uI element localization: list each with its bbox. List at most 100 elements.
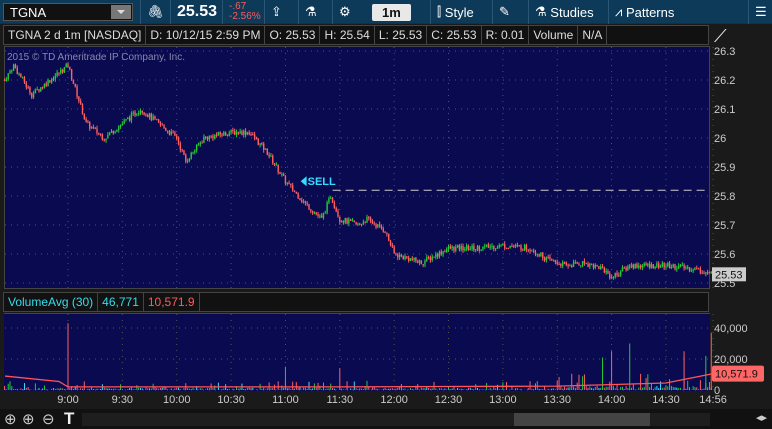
volume-bar [129, 388, 131, 390]
text-icon[interactable]: T [64, 409, 74, 429]
volume-tick-label: 40,000 [714, 323, 748, 335]
volume-bar [353, 381, 355, 390]
candle-body [688, 267, 691, 271]
volume-bar [679, 387, 681, 390]
candle-body [210, 135, 212, 137]
candle-body [157, 119, 160, 122]
candle-body [625, 267, 627, 271]
volume-bar [328, 388, 330, 390]
volume-bar [458, 389, 460, 390]
volume-bar [250, 388, 252, 390]
volume-bar [591, 387, 593, 390]
volume-bar [516, 388, 518, 390]
scrollbar-thumb[interactable] [514, 413, 650, 426]
candle-body [61, 69, 64, 73]
candle-body [478, 246, 481, 251]
candle-body [331, 197, 334, 203]
volume-bar [462, 388, 464, 390]
candle-body [293, 190, 296, 192]
candle-body [357, 223, 359, 225]
zoom-in-icon[interactable]: ⊕ [22, 410, 35, 428]
candle-body [36, 89, 38, 91]
candle-body [440, 251, 442, 255]
candle-body [114, 131, 116, 134]
volume-bar [24, 383, 26, 390]
candle-body [560, 263, 562, 266]
candle-body [190, 152, 192, 159]
candle-body [27, 87, 29, 89]
candle-body [482, 246, 484, 250]
candle-body [411, 258, 413, 260]
candle-body [246, 132, 249, 135]
volume-bar [504, 389, 506, 390]
candle-body [388, 233, 390, 241]
candle-body [16, 68, 18, 74]
candle-body [583, 261, 586, 264]
candle-body [54, 75, 57, 80]
volume-bar [158, 388, 160, 390]
candle-body [554, 260, 557, 263]
candle-body [188, 158, 191, 162]
candle-body [690, 270, 693, 272]
candle-body [494, 248, 497, 250]
candle-body [643, 263, 645, 266]
candle-body [315, 212, 317, 215]
candle-body [465, 245, 468, 249]
volume-bar [661, 388, 663, 390]
candle-body [493, 245, 495, 249]
volume-bar [538, 389, 540, 390]
candle-body [221, 134, 223, 136]
candle-body [540, 252, 542, 257]
candle-body [235, 132, 238, 135]
volume-bar [428, 387, 430, 390]
candle-body [214, 134, 216, 139]
candle-body [98, 133, 100, 135]
candle-body [511, 246, 513, 248]
volume-bar [650, 383, 652, 390]
candle-body [261, 143, 263, 145]
volume-bar [194, 389, 196, 390]
candle-body [272, 155, 274, 164]
crosshair-icon[interactable]: ⊕ [4, 410, 17, 428]
candle-body [186, 161, 189, 163]
volume-bar [623, 389, 625, 390]
candle-body [703, 273, 705, 275]
volume-bar [388, 388, 390, 390]
volume-bar [201, 388, 203, 390]
volume-bar [118, 389, 120, 390]
candle-body [176, 135, 178, 139]
expand-icon[interactable]: ◂▸ [756, 411, 767, 424]
candle-body [571, 265, 573, 267]
volume-bar [156, 388, 158, 390]
candle-body [250, 134, 252, 136]
candle-body [322, 213, 325, 218]
horizontal-scrollbar[interactable] [82, 413, 710, 426]
candle-body [567, 264, 569, 266]
volume-bar [326, 388, 328, 390]
volume-bar [277, 381, 279, 390]
volume-bar [51, 388, 53, 390]
volume-bar [141, 388, 143, 390]
candle-body [581, 261, 584, 266]
volume-bar [232, 388, 234, 390]
time-tick-label: 12:00 [380, 394, 408, 406]
volume-bar [402, 388, 404, 390]
candle-body [170, 131, 172, 135]
volume-bar [366, 380, 368, 390]
volume-bar [312, 388, 314, 390]
zoom-out-icon[interactable]: ⊖ [42, 410, 55, 428]
volume-bar [696, 387, 698, 390]
price-tick-label: 26.2 [714, 75, 735, 87]
candle-body [83, 114, 86, 119]
candle-body [281, 173, 283, 175]
volume-bar [295, 382, 297, 390]
candle-body [513, 246, 515, 248]
volume-bar [583, 374, 585, 390]
last-price-label: 25.53 [715, 269, 743, 281]
candle-body [328, 198, 330, 203]
volume-bar [245, 389, 247, 390]
volume-bar [303, 387, 305, 390]
candle-body [7, 73, 9, 80]
volume-bar [466, 389, 468, 390]
volume-bar [670, 385, 672, 390]
